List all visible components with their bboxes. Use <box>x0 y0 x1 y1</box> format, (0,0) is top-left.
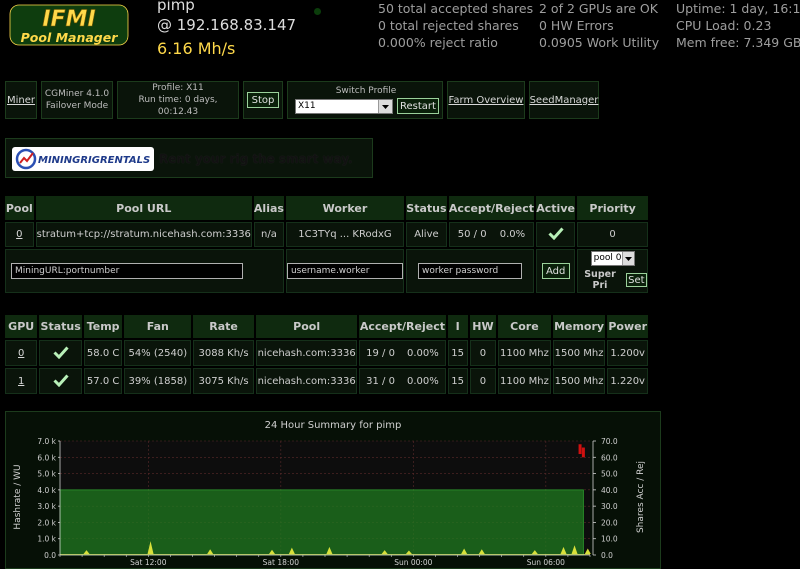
y2-tick-label: 40.0 <box>601 486 618 495</box>
y-tick-label: 4.0 k <box>37 486 56 495</box>
y-tick-label: 2.0 k <box>37 518 56 527</box>
y-axis-label: Hashrate / WU <box>13 464 23 529</box>
y-tick-label: 1.0 k <box>37 535 56 544</box>
y2-tick-label: 20.0 <box>601 518 618 527</box>
y2-tick-label: 70.0 <box>601 437 618 446</box>
y2-axis-label: Shares Acc / Rej <box>636 461 646 533</box>
y-tick-label: 0.0 <box>44 551 56 560</box>
hashrate-area <box>59 489 584 556</box>
y-tick-label: 6.0 k <box>37 453 56 462</box>
shares-bar <box>581 447 585 458</box>
x-tick-label: Sun 00:00 <box>394 558 432 567</box>
y2-tick-label: 10.0 <box>601 535 618 544</box>
y2-tick-label: 30.0 <box>601 502 618 511</box>
y2-tick-label: 0.0 <box>601 551 613 560</box>
y-tick-label: 5.0 k <box>37 470 56 479</box>
y-tick-label: 7.0 k <box>37 437 56 446</box>
x-tick-label: Sat 12:00 <box>130 558 167 567</box>
y-tick-label: 3.0 k <box>37 502 56 511</box>
x-tick-label: Sat 18:00 <box>263 558 300 567</box>
shares-bar <box>578 444 582 455</box>
summary-chart: 0.0 1.0 k 2.0 k 3.0 k 4.0 k 5.0 k 6.0 k 7.0 k 0.… <box>13 437 646 567</box>
x-tick-label: Sun 06:00 <box>527 558 565 567</box>
y2-tick-label: 60.0 <box>601 453 618 462</box>
y2-tick-label: 50.0 <box>601 470 618 479</box>
